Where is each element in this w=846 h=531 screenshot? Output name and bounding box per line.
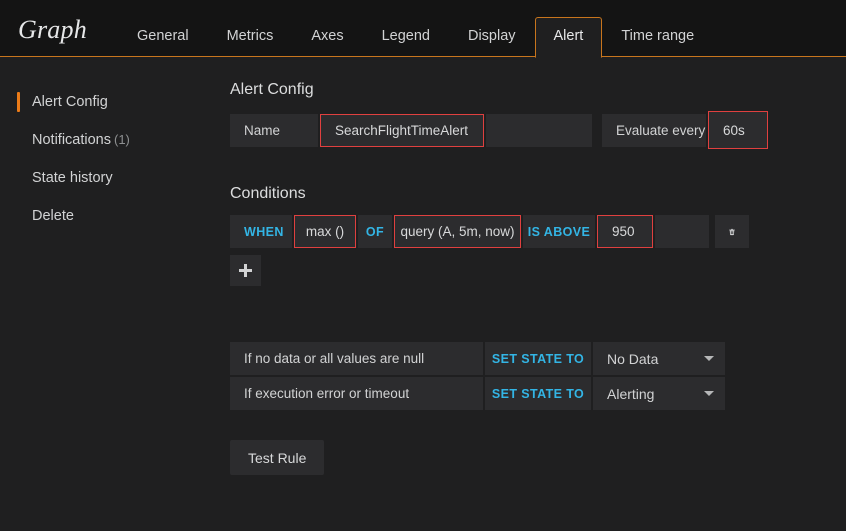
add-condition-button[interactable] xyxy=(230,255,261,286)
sidebar-item-count: (1) xyxy=(113,132,130,147)
evaluate-every-label: Evaluate every xyxy=(602,113,706,147)
condition-of-label: OF xyxy=(358,215,392,248)
tab-time-range[interactable]: Time range xyxy=(602,28,713,58)
panel-body: Alert Config Notifications (1) State hist… xyxy=(0,57,846,531)
exec-error-description: If execution error or timeout xyxy=(230,377,483,410)
trash-icon[interactable] xyxy=(715,215,749,248)
exec-error-set-state-label: SET STATE TO xyxy=(485,377,591,410)
chevron-down-icon xyxy=(704,356,714,361)
sidebar-item-alert-config[interactable]: Alert Config xyxy=(0,83,224,121)
test-rule-button[interactable]: Test Rule xyxy=(230,440,325,475)
name-filler xyxy=(486,113,592,147)
tab-alert[interactable]: Alert xyxy=(534,16,603,58)
sidebar-item-label: Alert Config xyxy=(32,94,108,110)
alert-name-row: Name SearchFlightTimeAlert Evaluate ever… xyxy=(230,111,846,149)
sidebar-item-notifications[interactable]: Notifications (1) xyxy=(0,121,224,159)
active-indicator xyxy=(17,206,20,226)
sidebar-item-label: Notifications xyxy=(32,132,111,148)
name-label: Name xyxy=(230,113,318,147)
active-indicator xyxy=(17,92,20,112)
alert-config-pane: Alert Config Name SearchFlightTimeAlert … xyxy=(224,57,846,531)
no-data-state-value: No Data xyxy=(607,350,659,367)
condition-reducer-select[interactable]: max () xyxy=(294,215,356,248)
sidebar-item-label: Delete xyxy=(32,208,74,224)
condition-evaluator-label[interactable]: IS ABOVE xyxy=(523,215,595,248)
condition-when-label: WHEN xyxy=(230,215,292,248)
sidebar-item-delete[interactable]: Delete xyxy=(0,197,224,235)
conditions-heading: Conditions xyxy=(230,185,306,202)
page-title: Graph xyxy=(18,15,87,44)
active-indicator xyxy=(17,130,20,150)
no-data-description: If no data or all values are null xyxy=(230,342,483,375)
no-data-state-select[interactable]: No Data xyxy=(593,342,725,375)
evaluate-every-input[interactable]: 60s xyxy=(708,111,768,149)
condition-threshold-input[interactable]: 950 xyxy=(597,215,653,248)
sidebar-item-state-history[interactable]: State history xyxy=(0,159,224,197)
sidebar-item-label: State history xyxy=(32,170,113,186)
tab-metrics[interactable]: Metrics xyxy=(208,28,293,58)
no-data-state-row: If no data or all values are null SET ST… xyxy=(230,342,846,375)
active-indicator xyxy=(17,168,20,188)
plus-icon xyxy=(239,264,252,277)
alert-sidebar: Alert Config Notifications (1) State hist… xyxy=(0,57,224,531)
alert-config-heading: Alert Config xyxy=(230,81,314,98)
exec-error-state-select[interactable]: Alerting xyxy=(593,377,725,410)
exec-error-state-row: If execution error or timeout SET STATE … xyxy=(230,377,846,410)
panel-header: Graph General Metrics Axes Legend Displa… xyxy=(0,0,846,58)
no-data-set-state-label: SET STATE TO xyxy=(485,342,591,375)
exec-error-state-value: Alerting xyxy=(607,385,655,402)
tab-axes[interactable]: Axes xyxy=(292,28,362,58)
tab-legend[interactable]: Legend xyxy=(363,28,449,58)
condition-query-select[interactable]: query (A, 5m, now) xyxy=(394,215,521,248)
tab-general[interactable]: General xyxy=(118,28,208,58)
condition-row: WHEN max () OF query (A, 5m, now) IS ABO… xyxy=(230,215,846,248)
chevron-down-icon xyxy=(704,391,714,396)
tab-bar: General Metrics Axes Legend Display Aler… xyxy=(118,0,713,58)
condition-blank-cell xyxy=(655,215,709,248)
alert-name-input[interactable]: SearchFlightTimeAlert xyxy=(320,113,484,147)
state-handling-block: If no data or all values are null SET ST… xyxy=(230,342,846,410)
tab-display[interactable]: Display xyxy=(449,28,535,58)
